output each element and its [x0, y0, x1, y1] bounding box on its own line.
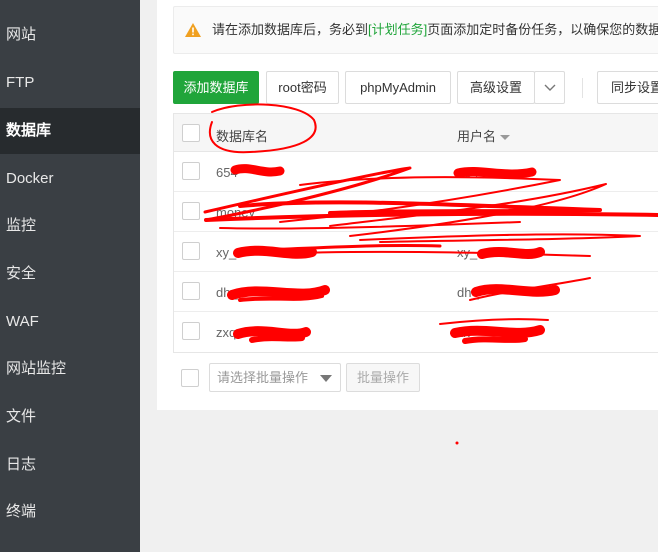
batch-operation-select[interactable]: 请选择批量操作: [209, 363, 341, 392]
advanced-settings-dropdown[interactable]: [534, 71, 565, 104]
sidebar-item-security[interactable]: 安全: [0, 251, 140, 297]
sidebar-item-label: 网站监控: [6, 360, 67, 377]
sidebar-item-label: 网站: [6, 26, 37, 43]
row-checkbox[interactable]: [182, 242, 200, 260]
row-dbname: money_: [216, 205, 263, 220]
sidebar-item-files[interactable]: 文件: [0, 394, 140, 440]
batch-select-checkbox[interactable]: [181, 369, 199, 387]
row-checkbox[interactable]: [182, 162, 200, 180]
sidebar-item-label: FTP: [6, 74, 35, 91]
row-username: zx: [457, 325, 470, 340]
row-dbname: dh_: [216, 285, 238, 300]
sidebar-item-ftp[interactable]: FTP: [0, 60, 140, 106]
sidebar: 网站 FTP 数据库 Docker 监控 安全 WAF 网站监控 文件 日志 终…: [0, 0, 140, 552]
sidebar-item-terminal[interactable]: 终端: [0, 489, 140, 535]
table-row: dh_ dh_: [174, 272, 658, 312]
sync-settings-button[interactable]: 同步设置: [597, 71, 658, 104]
advanced-settings-button[interactable]: 高级设置: [457, 71, 535, 104]
batch-operation-button[interactable]: 批量操作: [346, 363, 420, 392]
column-header-username[interactable]: 用户名: [457, 126, 511, 145]
toolbar-divider: [582, 78, 583, 98]
table-row: xy_ xy_: [174, 232, 658, 272]
row-checkbox[interactable]: [182, 322, 200, 340]
column-header-username-label: 用户名: [457, 129, 497, 144]
sidebar-item-label: 日志: [6, 456, 37, 473]
chevron-down-icon: [544, 84, 555, 91]
backup-notice: 请在添加数据库后，务必到[计划任务]页面添加定时备份任务，以确保您的数据: [173, 6, 658, 54]
row-username: 654: [457, 165, 479, 180]
sidebar-item-label: 数据库: [6, 122, 52, 139]
sidebar-item-waf[interactable]: WAF: [0, 299, 140, 345]
row-dbname: 654: [216, 165, 238, 180]
row-username: xy_: [457, 245, 478, 260]
notice-text-after: 页面添加定时备份任务，以确保您的数据: [427, 22, 658, 37]
row-username: dh_: [457, 285, 479, 300]
sidebar-item-website[interactable]: 网站: [0, 12, 140, 58]
table-row: money_: [174, 192, 658, 232]
sidebar-item-label: 文件: [6, 408, 37, 425]
column-header-dbname[interactable]: 数据库名: [216, 126, 268, 145]
sidebar-item-site-monitor[interactable]: 网站监控: [0, 346, 140, 392]
sidebar-item-docker[interactable]: Docker: [0, 156, 140, 202]
row-dbname: xy_: [216, 245, 237, 260]
batch-select-placeholder: 请选择批量操作: [217, 370, 309, 385]
sidebar-item-label: WAF: [6, 313, 39, 330]
schedule-task-link[interactable]: [计划任务]: [368, 22, 427, 37]
root-password-button[interactable]: root密码: [266, 71, 339, 104]
sidebar-item-label: 安全: [6, 265, 37, 282]
sidebar-item-label: 监控: [6, 217, 37, 234]
row-dbname: zxq: [216, 325, 237, 340]
row-checkbox[interactable]: [182, 202, 200, 220]
sidebar-item-logs[interactable]: 日志: [0, 442, 140, 488]
phpmyadmin-button[interactable]: phpMyAdmin: [345, 71, 451, 104]
caret-down-icon: [320, 375, 332, 382]
warning-icon: [185, 23, 201, 37]
notice-text-before: 请在添加数据库后，务必到: [212, 22, 369, 37]
table-row: zxq zx: [174, 312, 658, 352]
sidebar-item-monitor[interactable]: 监控: [0, 203, 140, 249]
sidebar-item-label: 终端: [6, 503, 37, 520]
database-table: 数据库名 用户名 654 654 money_ xy_ xy_ dh_ dh_ …: [173, 113, 658, 353]
table-header: 数据库名 用户名: [174, 114, 658, 152]
row-checkbox[interactable]: [182, 282, 200, 300]
sidebar-item-label: Docker: [6, 170, 54, 187]
add-database-button[interactable]: 添加数据库: [173, 71, 259, 104]
sidebar-item-database[interactable]: 数据库: [0, 108, 140, 154]
sort-desc-icon[interactable]: [500, 135, 511, 141]
select-all-checkbox[interactable]: [182, 124, 200, 142]
table-row: 654 654: [174, 152, 658, 192]
